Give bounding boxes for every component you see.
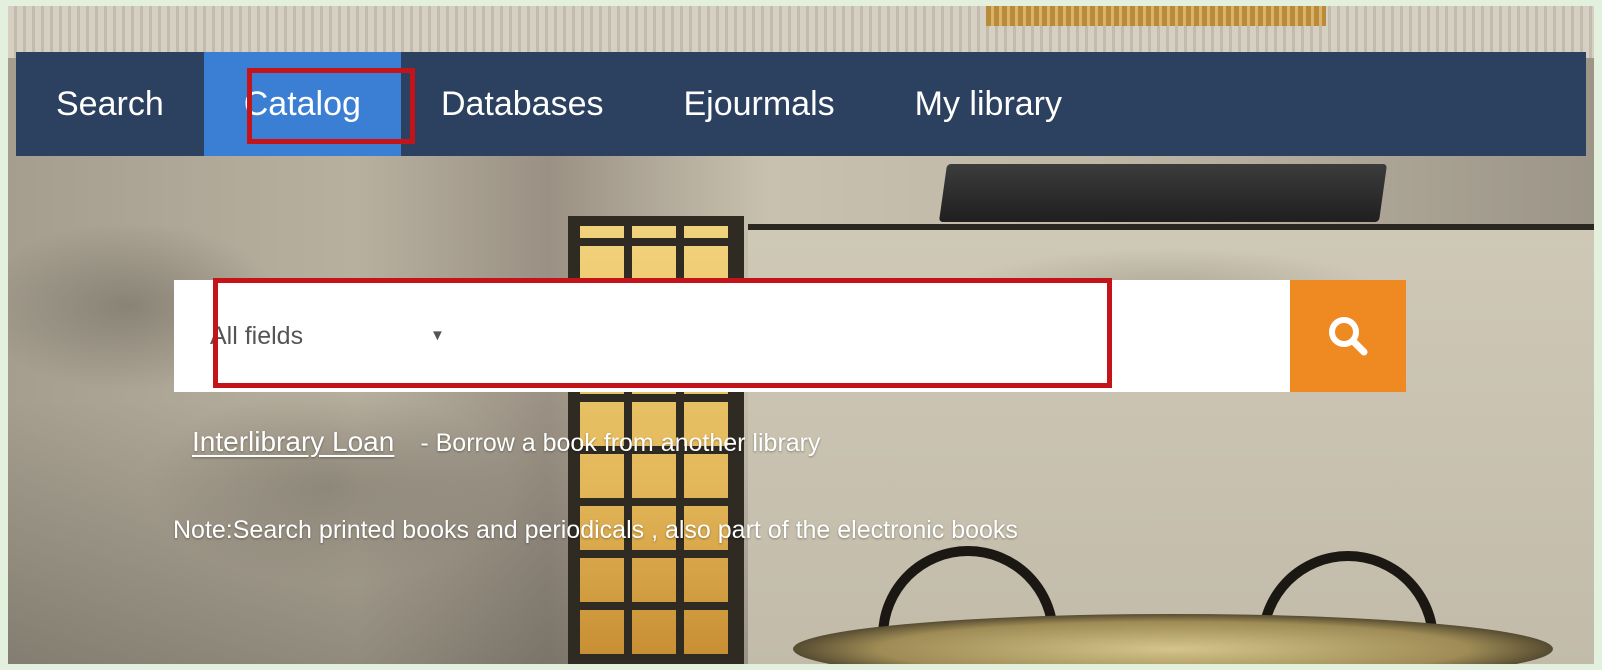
nav-tab-ejournals[interactable]: Ejourmals: [643, 52, 874, 156]
search-input[interactable]: [464, 302, 1258, 370]
search-field-select-value: All fields: [210, 321, 304, 350]
catalog-note: Note:Search printed books and periodical…: [173, 516, 1018, 544]
catalog-search-bar: All fields ▼: [174, 280, 1406, 392]
search-icon: [1329, 317, 1368, 356]
interlibrary-loan-row: Interlibrary Loan - Borrow a book from an…: [192, 426, 821, 458]
interlibrary-loan-description: - Borrow a book from another library: [420, 429, 821, 457]
nav-tab-databases[interactable]: Databases: [401, 52, 644, 156]
chevron-down-icon: ▼: [430, 327, 445, 344]
nav-tab-catalog[interactable]: Catalog: [203, 52, 401, 156]
nav-tab-search[interactable]: Search: [16, 52, 204, 156]
search-field-select[interactable]: All fields ▼: [210, 308, 450, 364]
background-ceiling: [8, 6, 1594, 58]
background-projector: [938, 164, 1388, 222]
nav-tab-my-library[interactable]: My library: [875, 52, 1102, 156]
main-nav-bar: Search Catalog Databases Ejourmals My li…: [16, 52, 1586, 156]
interlibrary-loan-link[interactable]: Interlibrary Loan: [192, 426, 394, 457]
background-ceiling-light: [986, 6, 1326, 26]
search-button[interactable]: [1290, 280, 1406, 392]
